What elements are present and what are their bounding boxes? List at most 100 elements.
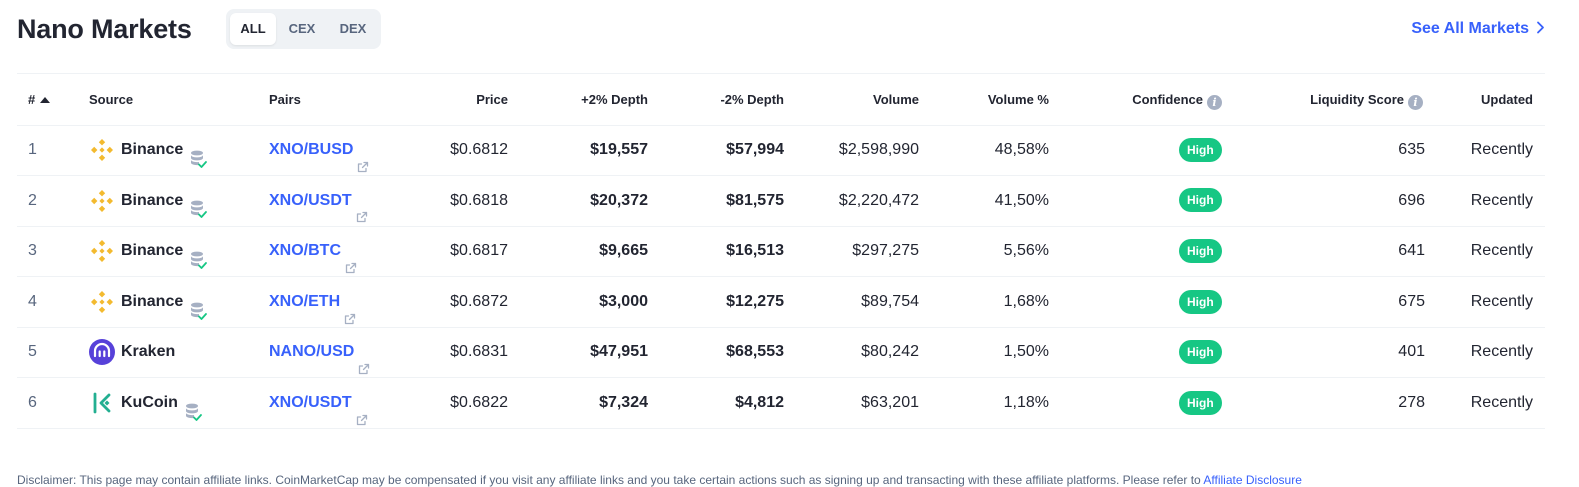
verified-reserves-icon — [189, 140, 208, 168]
row-confidence: High — [1179, 226, 1222, 276]
col-volume-header[interactable]: Volume — [873, 74, 919, 125]
row-depth-minus: $68,553 — [726, 343, 784, 361]
info-icon[interactable]: i — [1408, 95, 1423, 110]
row-source[interactable]: Binance — [121, 125, 208, 175]
col-pairs-header[interactable]: Pairs — [269, 74, 301, 125]
row-price: $0.6818 — [450, 191, 508, 209]
row-liquidity-score: 641 — [1398, 242, 1425, 260]
row-source[interactable]: KuCoin — [121, 378, 202, 428]
table-row[interactable]: 1 Binance XNO/BUSD $0.6812 $19,557 $57,994 $2,… — [17, 125, 1545, 176]
verified-reserves-icon — [189, 190, 208, 219]
row-source[interactable]: Binance — [121, 176, 208, 226]
row-pair-link[interactable]: XNO/BTC — [269, 226, 357, 276]
row-source[interactable]: Binance — [121, 277, 208, 327]
pair-label: XNO/ETH — [269, 292, 341, 310]
row-volume: $89,754 — [861, 292, 919, 310]
sort-ascending-icon — [40, 97, 51, 103]
col-price-header[interactable]: Price — [476, 74, 508, 125]
pair-label: NANO/USD — [269, 343, 355, 361]
external-link-icon — [358, 346, 370, 375]
row-volume-pct: 1,18% — [1003, 394, 1049, 411]
col-volume-pct-header[interactable]: Volume % — [988, 74, 1049, 125]
row-liquidity-score: 675 — [1398, 292, 1425, 310]
row-rank: 3 — [28, 242, 37, 260]
tab-cex[interactable]: CEX — [280, 13, 324, 45]
row-source[interactable]: Kraken — [121, 327, 175, 377]
row-volume-pct: 1,68% — [1003, 292, 1049, 310]
see-all-markets-link[interactable]: See All Markets — [1411, 20, 1545, 38]
row-liquidity-score: 635 — [1398, 141, 1425, 158]
confidence-badge: High — [1179, 289, 1222, 314]
row-pair-link[interactable]: XNO/USDT — [269, 378, 368, 428]
table-row[interactable]: 6 KuCoin XNO/USDT $0.6822 $7,324 $4,812 $63,20… — [17, 378, 1545, 429]
row-rank: 2 — [28, 191, 37, 209]
col-confidence-label: Confidence — [1132, 92, 1203, 107]
col-liquidity-label: Liquidity Score — [1310, 92, 1404, 107]
source-name: KuCoin — [121, 394, 178, 411]
row-updated: Recently — [1470, 343, 1533, 361]
row-price: $0.6817 — [450, 242, 508, 260]
row-updated: Recently — [1470, 141, 1533, 158]
row-volume-pct: 5,56% — [1003, 242, 1049, 260]
row-depth-minus: $12,275 — [726, 292, 784, 310]
row-volume: $297,275 — [852, 242, 919, 260]
page-title: Nano Markets — [17, 14, 192, 44]
row-depth-plus: $7,324 — [599, 394, 648, 411]
row-liquidity-score: 278 — [1398, 394, 1425, 411]
tab-dex[interactable]: DEX — [330, 13, 376, 45]
binance-logo-icon — [89, 238, 115, 264]
tab-all[interactable]: ALL — [230, 13, 276, 45]
table-header: # Source Pairs Price +2% Depth -2% Depth… — [17, 73, 1545, 126]
table-row[interactable]: 4 Binance XNO/ETH $0.6872 $3,000 $12,275 $89,7… — [17, 277, 1545, 328]
col-source-header[interactable]: Source — [89, 74, 133, 125]
external-link-icon — [356, 397, 368, 425]
confidence-badge: High — [1179, 238, 1222, 263]
affiliate-disclosure-link[interactable]: Affiliate Disclosure — [1203, 473, 1301, 487]
col-depth-plus-header[interactable]: +2% Depth — [581, 74, 648, 125]
col-updated-header[interactable]: Updated — [1481, 74, 1533, 125]
verified-reserves-icon — [184, 393, 202, 421]
see-all-markets-label: See All Markets — [1411, 20, 1529, 37]
row-pair-link[interactable]: XNO/ETH — [269, 277, 356, 327]
row-depth-plus: $19,557 — [590, 141, 648, 158]
row-depth-plus: $47,951 — [590, 343, 648, 361]
row-depth-plus: $9,665 — [599, 242, 648, 260]
col-confidence-header[interactable]: Confidence i — [1132, 74, 1222, 125]
row-confidence: High — [1179, 176, 1222, 226]
verified-reserves-icon — [189, 241, 208, 269]
source-name: Binance — [121, 191, 184, 209]
row-rank: 5 — [28, 343, 37, 361]
row-confidence: High — [1179, 327, 1222, 377]
row-pair-link[interactable]: XNO/USDT — [269, 176, 368, 226]
col-liquidity-header[interactable]: Liquidity Score i — [1310, 74, 1423, 125]
chevron-right-icon — [1537, 21, 1544, 34]
row-pair-link[interactable]: XNO/BUSD — [269, 125, 369, 175]
table-row[interactable]: 2 Binance XNO/USDT $0.6818 $20,372 $81,575 $2,… — [17, 176, 1545, 227]
row-pair-link[interactable]: NANO/USD — [269, 327, 370, 377]
row-volume: $63,201 — [861, 394, 919, 411]
binance-logo-icon — [89, 289, 115, 315]
col-rank-header[interactable]: # — [28, 74, 51, 125]
info-icon[interactable]: i — [1207, 95, 1222, 110]
row-price: $0.6812 — [450, 141, 508, 158]
confidence-badge: High — [1179, 137, 1222, 162]
row-depth-minus: $81,575 — [726, 191, 784, 209]
table-row[interactable]: 3 Binance XNO/BTC $0.6817 $9,665 $16,513 $297,… — [17, 226, 1545, 278]
market-type-tabs: ALL CEX DEX — [226, 9, 381, 49]
external-link-icon — [357, 144, 369, 172]
markets-header: Nano Markets ALL CEX DEX See All Markets — [17, 8, 1545, 52]
row-depth-minus: $16,513 — [726, 242, 784, 260]
row-volume-pct: 48,58% — [994, 141, 1049, 158]
row-volume: $2,598,990 — [838, 141, 919, 158]
row-confidence: High — [1179, 378, 1222, 428]
external-link-icon — [356, 194, 368, 223]
pair-label: XNO/BTC — [269, 242, 341, 260]
row-volume: $80,242 — [861, 343, 919, 361]
col-depth-minus-header[interactable]: -2% Depth — [720, 74, 784, 125]
row-liquidity-score: 401 — [1398, 343, 1425, 361]
source-name: Binance — [121, 141, 184, 158]
verified-reserves-icon — [189, 292, 208, 320]
row-price: $0.6872 — [450, 292, 508, 310]
row-source[interactable]: Binance — [121, 226, 208, 276]
table-row[interactable]: 5 Kraken NANO/USD $0.6831 $47,951 $68,553 $80,… — [17, 327, 1545, 379]
